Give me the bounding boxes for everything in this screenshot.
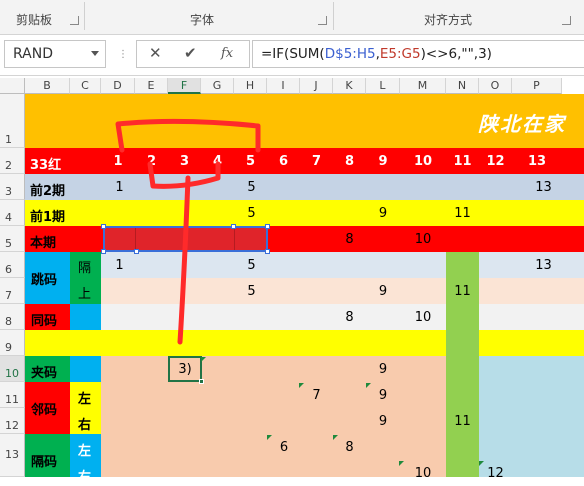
bracket-annotation: [147, 161, 221, 189]
bracket-annotation: [115, 118, 261, 153]
annotation-overlay: [115, 118, 261, 345]
arrow-annotation: [177, 175, 191, 345]
